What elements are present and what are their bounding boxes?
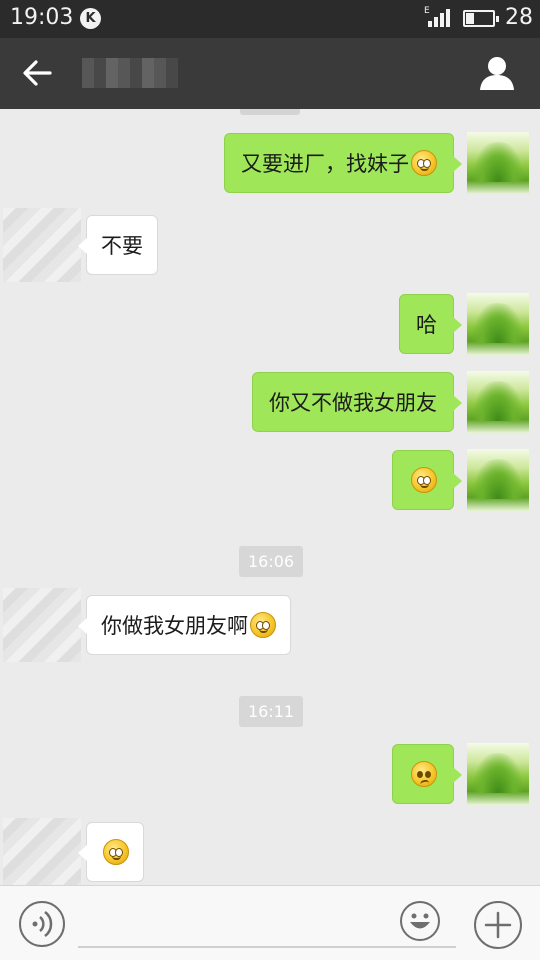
smile-emoji-icon [103, 839, 129, 865]
chat-header [0, 38, 540, 109]
input-bar [0, 885, 540, 960]
voice-icon [32, 911, 53, 937]
battery-level: 28 [505, 5, 533, 30]
previous-timestamp-edge [240, 109, 300, 115]
status-bar: 19:03 K E 28 [0, 0, 540, 38]
message-bubble-sent[interactable] [392, 450, 462, 510]
my-avatar[interactable] [467, 371, 529, 433]
message-text: 不要 [101, 234, 143, 258]
arrow-left-icon [23, 60, 52, 86]
battery-icon [463, 10, 499, 27]
message-list[interactable]: 又要进厂，找妹子 不要 哈 你又不做我女朋友 16:06 你做我女朋友啊 16:… [0, 109, 540, 885]
emoji-button[interactable] [400, 901, 440, 941]
voice-button[interactable] [19, 901, 65, 947]
message-text: 你做我女朋友啊 [101, 614, 248, 638]
back-button[interactable] [20, 58, 54, 88]
message-text: 你又不做我女朋友 [269, 391, 437, 415]
message-bubble-sent[interactable] [392, 744, 462, 804]
plus-icon [484, 911, 512, 939]
my-avatar[interactable] [467, 743, 529, 805]
my-avatar[interactable] [467, 449, 529, 511]
message-bubble-sent[interactable]: 又要进厂，找妹子 [224, 133, 462, 193]
status-time: 19:03 [10, 5, 74, 30]
k-app-icon: K [80, 8, 101, 29]
contact-profile-button[interactable] [478, 54, 516, 92]
message-bubble-received[interactable]: 不要 [78, 215, 158, 275]
smile-emoji-icon [411, 467, 437, 493]
signal-icon [426, 9, 454, 27]
sad-emoji-icon [411, 761, 437, 787]
message-bubble-received[interactable] [78, 822, 144, 882]
my-avatar[interactable] [467, 132, 529, 194]
message-text: 又要进厂，找妹子 [241, 152, 409, 176]
smile-emoji-icon [250, 612, 276, 638]
contact-avatar[interactable] [3, 208, 81, 282]
message-bubble-sent[interactable]: 哈 [399, 294, 462, 354]
more-button[interactable] [474, 901, 522, 949]
person-icon [480, 57, 514, 90]
emoji-face-icon [410, 913, 430, 929]
my-avatar[interactable] [467, 293, 529, 355]
smile-emoji-icon [411, 150, 437, 176]
message-bubble-received[interactable]: 你做我女朋友啊 [78, 595, 291, 655]
timestamp: 16:11 [239, 696, 304, 727]
contact-name-blurred [66, 40, 240, 106]
battery-fill [466, 13, 474, 24]
message-text: 哈 [416, 313, 437, 337]
contact-avatar[interactable] [3, 818, 81, 885]
message-bubble-sent[interactable]: 你又不做我女朋友 [252, 372, 462, 432]
timestamp: 16:06 [239, 546, 304, 577]
contact-avatar[interactable] [3, 588, 81, 662]
